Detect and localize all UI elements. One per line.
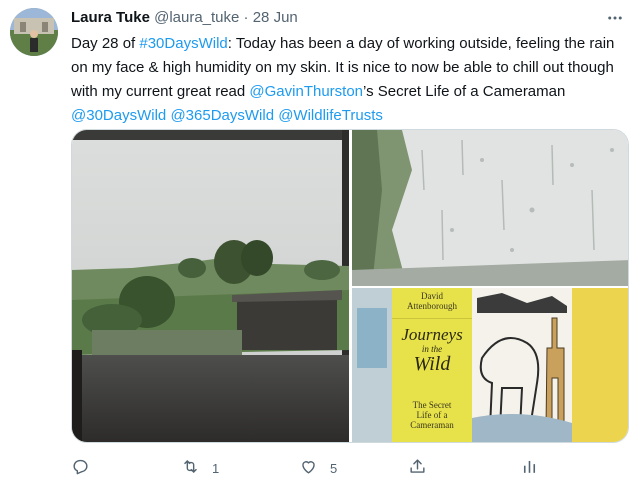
analytics-button[interactable] bbox=[520, 456, 539, 480]
book-subtitle: The Secret Life of a Cameraman bbox=[394, 400, 470, 430]
reply-icon bbox=[71, 457, 90, 479]
photo-countryside[interactable] bbox=[72, 130, 349, 442]
author-line: Attenborough bbox=[407, 301, 457, 311]
like-icon bbox=[299, 457, 318, 479]
retweet-button[interactable]: 1 bbox=[181, 456, 219, 480]
more-icon[interactable] bbox=[603, 6, 627, 30]
title-line: Journeys bbox=[401, 325, 463, 344]
share-button[interactable] bbox=[408, 456, 427, 480]
tweet-header: Laura Tuke @laura_tuke · 28 Jun bbox=[71, 8, 298, 28]
tweet-text: Day 28 of #30DaysWild: Today has been a … bbox=[71, 32, 631, 128]
retweet-count: 1 bbox=[212, 460, 220, 476]
handle[interactable]: @laura_tuke bbox=[154, 9, 239, 26]
title-line: Wild bbox=[413, 353, 451, 375]
media-grid: David Attenborough Journeys in the Wild … bbox=[71, 129, 629, 443]
subtitle-line: Life of a bbox=[416, 410, 448, 420]
like-button[interactable]: 5 bbox=[299, 456, 337, 480]
hashtag-link[interactable]: #30DaysWild bbox=[139, 35, 227, 52]
text-segment: ’s Secret Life of a Cameraman bbox=[363, 83, 566, 100]
mention-link[interactable]: @GavinThurston bbox=[249, 83, 363, 100]
author-line: David bbox=[421, 291, 443, 301]
timestamp[interactable]: 28 Jun bbox=[253, 9, 298, 26]
analytics-icon bbox=[520, 457, 539, 479]
photo-rain-window[interactable] bbox=[352, 130, 628, 286]
like-count: 5 bbox=[330, 460, 338, 476]
mention-link[interactable]: @365DaysWild bbox=[170, 107, 274, 124]
subtitle-line: The Secret bbox=[412, 400, 452, 410]
mention-link[interactable]: @WildlifeTrusts bbox=[278, 107, 383, 124]
subtitle-line: Cameraman bbox=[410, 420, 454, 430]
book-title: Journeys in the Wild bbox=[394, 325, 470, 375]
photo-book-cover[interactable]: David Attenborough Journeys in the Wild … bbox=[352, 288, 628, 442]
share-icon bbox=[408, 457, 427, 479]
separator: · bbox=[243, 9, 249, 26]
avatar[interactable] bbox=[10, 8, 58, 56]
book-author: David Attenborough bbox=[394, 291, 470, 311]
display-name[interactable]: Laura Tuke bbox=[71, 9, 150, 26]
reply-button[interactable] bbox=[71, 456, 102, 480]
retweet-icon bbox=[181, 457, 200, 479]
tweet-actions: 1 5 bbox=[71, 456, 541, 480]
text-segment: Day 28 of bbox=[71, 35, 140, 52]
mention-link[interactable]: @30DaysWild bbox=[71, 107, 166, 124]
